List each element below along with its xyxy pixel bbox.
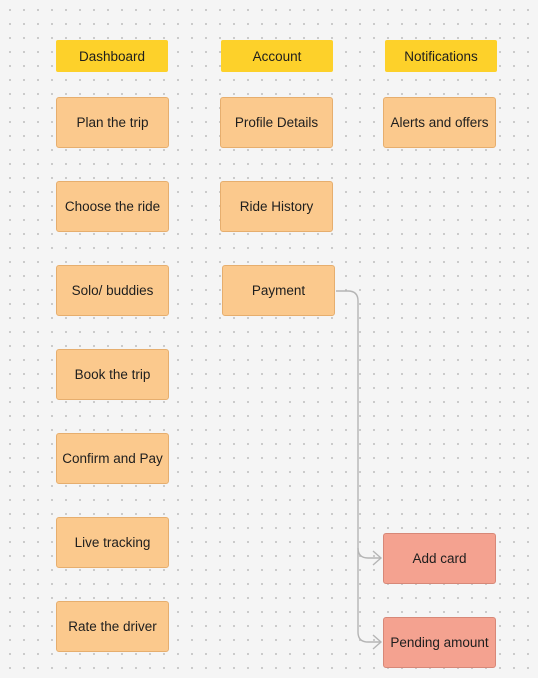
- connector-payment-to-pending-amount[interactable]: [357, 548, 381, 643]
- flow-board: Dashboard Plan the trip Choose the ride …: [0, 0, 538, 678]
- connector-payment-to-add-card[interactable]: [336, 290, 381, 559]
- card-confirm-and-pay[interactable]: Confirm and Pay: [56, 433, 169, 484]
- card-ride-history[interactable]: Ride History: [220, 181, 333, 232]
- card-plan-the-trip[interactable]: Plan the trip: [56, 97, 169, 148]
- arrowhead-pending-amount: [372, 634, 383, 650]
- card-live-tracking[interactable]: Live tracking: [56, 517, 169, 568]
- card-pending-amount[interactable]: Pending amount: [383, 617, 496, 668]
- card-solo-buddies[interactable]: Solo/ buddies: [56, 265, 169, 316]
- column-header-dashboard[interactable]: Dashboard: [56, 40, 168, 72]
- card-choose-the-ride[interactable]: Choose the ride: [56, 181, 169, 232]
- card-book-the-trip[interactable]: Book the trip: [56, 349, 169, 400]
- column-header-notifications[interactable]: Notifications: [385, 40, 497, 72]
- arrowhead-add-card: [372, 550, 383, 566]
- card-rate-the-driver[interactable]: Rate the driver: [56, 601, 169, 652]
- card-alerts-and-offers[interactable]: Alerts and offers: [383, 97, 496, 148]
- card-profile-details[interactable]: Profile Details: [220, 97, 333, 148]
- card-add-card[interactable]: Add card: [383, 533, 496, 584]
- column-header-account[interactable]: Account: [221, 40, 333, 72]
- card-payment[interactable]: Payment: [222, 265, 335, 316]
